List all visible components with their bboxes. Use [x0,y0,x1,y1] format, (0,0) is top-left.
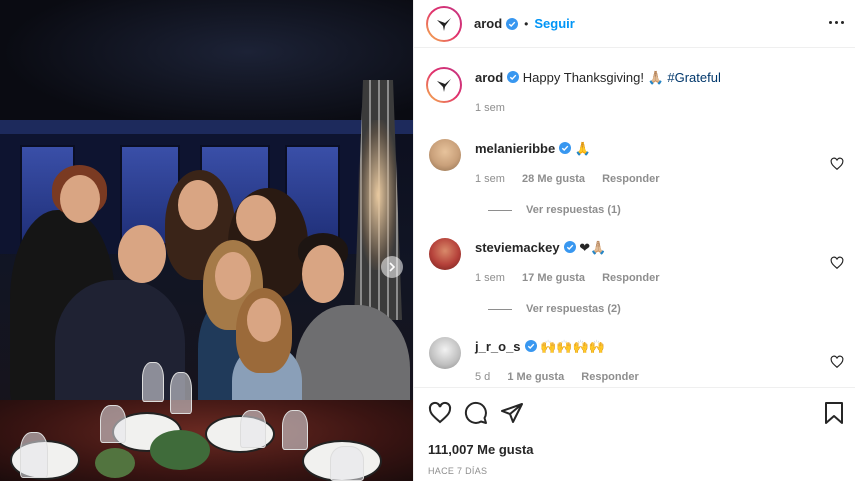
comment-text: 🙏 [574,141,592,156]
comment-likes[interactable]: 17 Me gusta [522,272,585,284]
share-icon[interactable] [500,401,524,425]
photo-wine-glass [330,446,364,481]
photo-wine-glass [170,372,192,414]
avatar-inner [428,69,460,101]
replies-divider [488,209,512,211]
commenter-avatar[interactable] [429,337,461,369]
comment-meta: 1 sem 17 Me gusta Responder [475,269,674,287]
author-avatar[interactable] [426,5,462,42]
comment-body: steviemackey ❤🙏🏼 1 sem 17 Me gusta Respo… [475,238,674,287]
separator-dot: • [524,16,529,31]
commenter-avatar[interactable] [429,238,461,270]
comment-text: ❤🙏🏼 [579,240,607,255]
photo-heater-glow [358,120,398,270]
comment-icon[interactable] [464,401,488,425]
arod-logo-icon [437,79,451,92]
comment-meta: 1 sem 28 Me gusta Responder [475,170,674,188]
post-actions: 111,007 Me gusta HACE 7 DÍAS [414,387,855,481]
photo-wine-glass [100,405,126,443]
more-dot [834,20,838,24]
header-user-info: arod • Seguir [474,16,575,31]
caption-username[interactable]: arod [475,70,503,85]
like-count[interactable]: 111,007 Me gusta [428,442,534,457]
commenter-avatar[interactable] [429,139,461,171]
photo-face [215,252,251,300]
photo-person [55,280,185,420]
post-side-panel: arod • Seguir arod Happy Thanksgiving! 🙏… [413,0,855,481]
caption-text-block: arod Happy Thanksgiving! 🙏🏼 #Grateful 1 … [475,67,721,119]
post-photo[interactable] [0,0,413,481]
comment-username[interactable]: steviemackey [475,240,560,255]
comment-text: 🙌🙌🙌🙌 [540,339,605,354]
verified-badge-icon [506,17,519,30]
reply-button[interactable]: Responder [602,272,659,284]
author-username[interactable]: arod [474,16,502,31]
bookmark-icon[interactable] [822,401,846,425]
comment-body: melanieribbe 🙏 1 sem 28 Me gusta Respond… [475,139,674,188]
chevron-right-icon [389,262,396,272]
comment-like-heart-icon[interactable] [830,256,844,270]
comment-likes[interactable]: 28 Me gusta [522,173,585,185]
verified-badge-icon [563,241,576,253]
comment-like-heart-icon[interactable] [830,157,844,171]
photo-face [302,245,344,303]
comment-time[interactable]: 5 d [475,371,490,383]
avatar-inner [428,7,460,40]
photo-face [247,298,281,342]
follow-button[interactable]: Seguir [534,16,574,31]
photo-face [236,195,276,241]
verified-badge-icon [559,142,572,154]
post-caption: arod Happy Thanksgiving! 🙏🏼 #Grateful 1 … [426,49,844,119]
caption-meta: 1 sem [475,99,721,117]
photo-face [178,180,218,230]
photo-night-sky [0,0,413,130]
photo-wine-glass [142,362,164,402]
comments-list[interactable]: arod Happy Thanksgiving! 🙏🏼 #Grateful 1 … [414,49,855,386]
instagram-post-window: arod • Seguir arod Happy Thanksgiving! 🙏… [0,0,855,481]
caption-time[interactable]: 1 sem [475,102,505,114]
comment-item: steviemackey ❤🙏🏼 1 sem 17 Me gusta Respo… [426,218,844,287]
photo-roof-edge [0,120,413,134]
more-dot [840,20,844,24]
photo-wine-glass [20,432,48,478]
photo-wine-glass [240,410,266,448]
more-options-button[interactable] [826,12,846,32]
comment-body: j_r_o_s 🙌🙌🙌🙌 5 d 1 Me gusta Responder [475,337,653,386]
photo-wine-glass [282,410,308,450]
photo-face [60,175,100,223]
photo-centerpiece [95,448,135,478]
comment-item: melanieribbe 🙏 1 sem 28 Me gusta Respond… [426,119,844,188]
comment-like-heart-icon[interactable] [830,355,844,369]
arod-logo-icon [437,17,451,31]
post-header: arod • Seguir [414,0,855,48]
comment-username[interactable]: j_r_o_s [475,339,521,354]
view-replies-button[interactable]: Ver respuestas (1) [488,202,844,218]
replies-divider [488,308,512,310]
caption-text: Happy Thanksgiving! 🙏🏼 [522,70,664,85]
action-icons-row [428,401,536,425]
verified-badge-icon [524,340,537,352]
photo-face [118,225,166,283]
verified-badge-icon [507,71,520,83]
post-timestamp[interactable]: HACE 7 DÍAS [428,466,487,476]
more-options-icon [828,20,832,24]
view-replies-button[interactable]: Ver respuestas (2) [488,301,844,317]
comment-meta: 5 d 1 Me gusta Responder [475,368,653,386]
comment-username[interactable]: melanieribbe [475,141,555,156]
photo-centerpiece [150,430,210,470]
heart-icon[interactable] [428,401,452,425]
comment-time[interactable]: 1 sem [475,173,505,185]
view-replies-label: Ver respuestas (1) [526,204,621,216]
comment-likes[interactable]: 1 Me gusta [507,371,564,383]
reply-button[interactable]: Responder [602,173,659,185]
comment-item: j_r_o_s 🙌🙌🙌🙌 5 d 1 Me gusta Responder [426,317,844,386]
comment-time[interactable]: 1 sem [475,272,505,284]
caption-hashtag[interactable]: #Grateful [667,70,720,85]
next-photo-button[interactable] [381,256,403,278]
caption-author-avatar[interactable] [426,67,462,103]
view-replies-label: Ver respuestas (2) [526,303,621,315]
reply-button[interactable]: Responder [581,371,638,383]
